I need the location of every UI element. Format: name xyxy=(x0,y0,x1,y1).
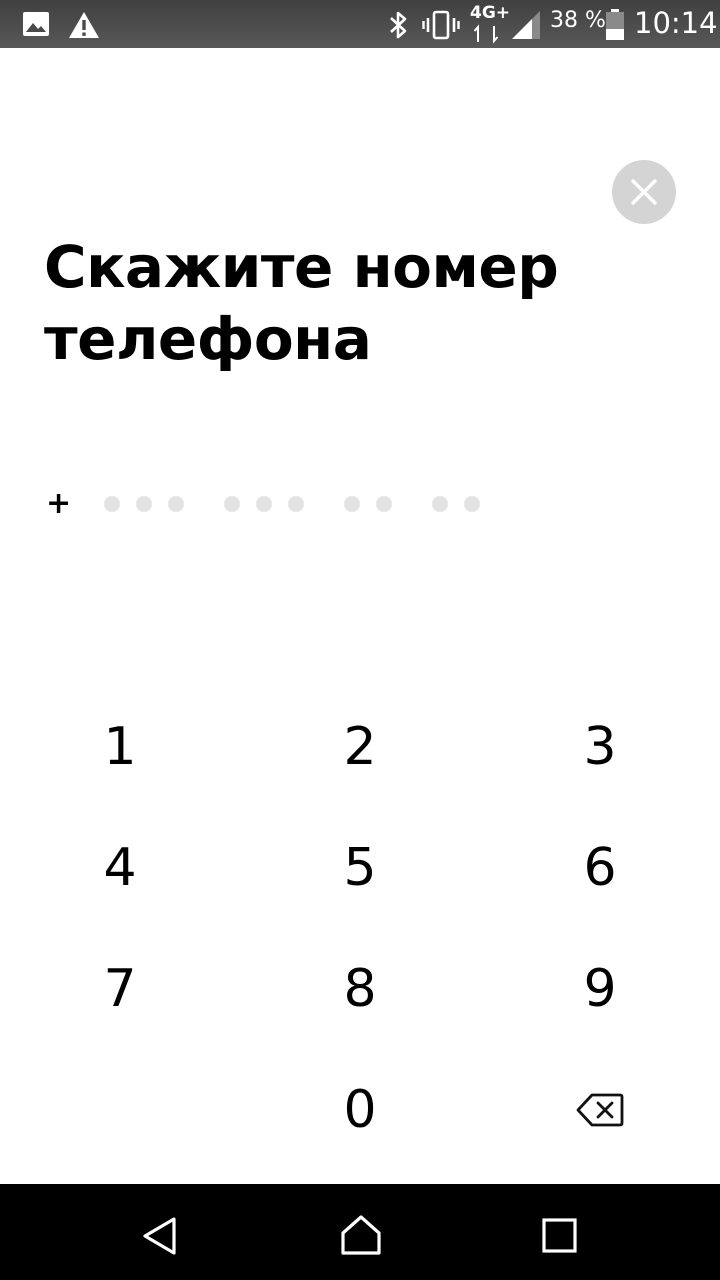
back-icon[interactable] xyxy=(140,1216,180,1256)
home-icon[interactable] xyxy=(339,1214,383,1256)
battery-percent: 38 % xyxy=(550,8,606,33)
recents-icon[interactable] xyxy=(542,1218,578,1254)
status-bar: 4G+ 38 % 10:14 xyxy=(0,0,720,48)
key-3[interactable]: 3 xyxy=(500,692,700,802)
phone-entry-screen: 4G+ 38 % 10:14 Скажите номер телефона + xyxy=(0,0,720,1280)
digit-placeholder xyxy=(168,496,184,512)
close-icon xyxy=(631,179,657,205)
network-type-label: 4G+ xyxy=(470,3,511,23)
bluetooth-icon xyxy=(390,11,407,39)
warning-icon xyxy=(69,12,99,38)
close-button[interactable] xyxy=(612,160,676,224)
key-8[interactable]: 8 xyxy=(260,934,460,1044)
digit-placeholder xyxy=(224,496,240,512)
digit-placeholder xyxy=(464,496,480,512)
key-9[interactable]: 9 xyxy=(500,934,700,1044)
gallery-icon xyxy=(23,12,49,36)
digit-placeholder xyxy=(344,496,360,512)
signal-icon xyxy=(512,11,540,39)
key-1[interactable]: 1 xyxy=(20,692,220,802)
data-arrows-icon xyxy=(474,24,499,44)
backspace-button[interactable] xyxy=(500,1055,700,1165)
digit-placeholder xyxy=(256,496,272,512)
digit-placeholder xyxy=(376,496,392,512)
key-2[interactable]: 2 xyxy=(260,692,460,802)
digit-placeholder xyxy=(136,496,152,512)
phone-prefix: + xyxy=(46,486,72,521)
backspace-icon xyxy=(576,1093,624,1127)
page-title: Скажите номер телефона xyxy=(44,233,559,373)
key-7[interactable]: 7 xyxy=(20,934,220,1044)
battery-icon xyxy=(606,9,624,40)
clock: 10:14 xyxy=(634,6,718,40)
digit-placeholder xyxy=(104,496,120,512)
key-5[interactable]: 5 xyxy=(260,813,460,923)
digit-placeholder xyxy=(288,496,304,512)
key-6[interactable]: 6 xyxy=(500,813,700,923)
key-4[interactable]: 4 xyxy=(20,813,220,923)
vibrate-icon xyxy=(422,10,460,40)
digit-placeholder xyxy=(432,496,448,512)
navigation-bar xyxy=(0,1184,720,1280)
key-0[interactable]: 0 xyxy=(260,1055,460,1165)
